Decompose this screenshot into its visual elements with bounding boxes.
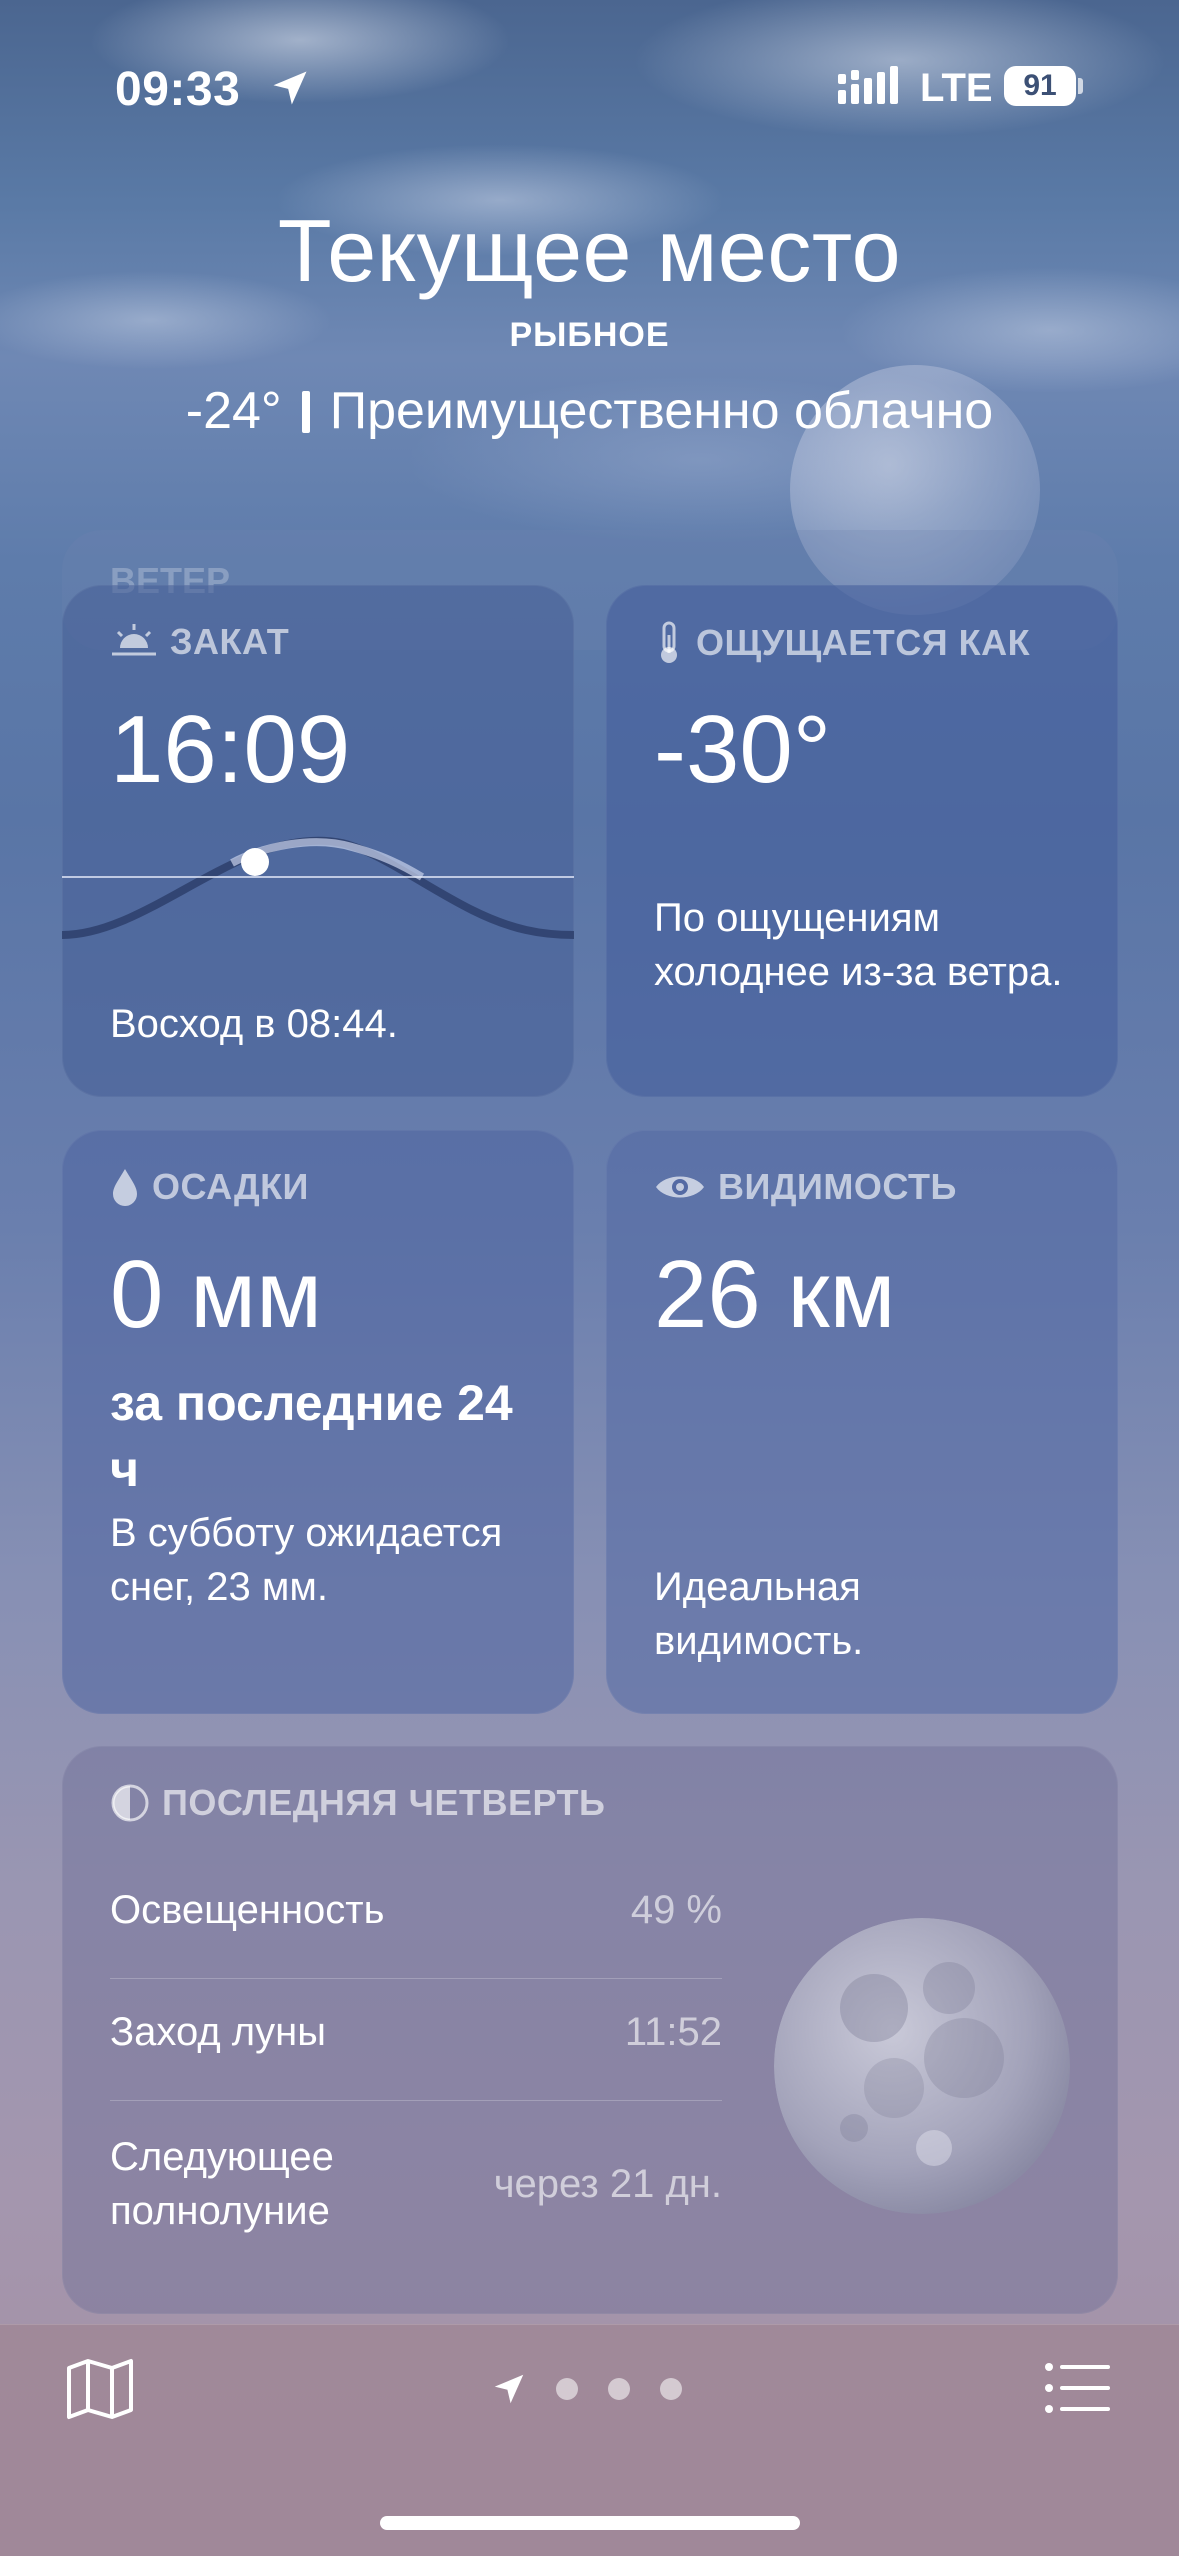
visibility-label: ВИДИМОСТЬ <box>718 1166 957 1207</box>
location-subtitle: РЫБНОЕ <box>509 316 670 354</box>
sun-path-graph <box>62 836 574 939</box>
visibility-label-row: ВИДИМОСТЬ <box>654 1166 957 1208</box>
visibility-value: 26 км <box>654 1241 896 1348</box>
moon-row-key: Освещенность <box>110 1888 385 1932</box>
current-temperature: -24° <box>185 382 282 440</box>
precipitation-desc: В субботу ожидается снег, 23 мм. <box>110 1511 503 1609</box>
home-indicator[interactable] <box>380 2516 800 2530</box>
moon-label-row: ПОСЛЕДНЯЯ ЧЕТВЕРТЬ <box>110 1782 605 1824</box>
feels-like-card[interactable]: ОЩУЩАЕТСЯ КАК -30° По ощущениям холоднее… <box>606 585 1118 1097</box>
moon-row-value: 11:52 <box>624 2010 722 2054</box>
visibility-card[interactable]: ВИДИМОСТЬ 26 км Идеальная видимость. <box>606 1130 1118 1714</box>
moon-row-moonset: Заход луны 11:52 <box>110 2010 722 2055</box>
divider <box>110 2100 722 2101</box>
signal-icon <box>838 66 898 104</box>
moon-image <box>774 1918 1070 2214</box>
feels-like-desc: По ощущениям холоднее из-за ветра. <box>654 896 1063 994</box>
raindrop-icon <box>113 1169 137 1206</box>
network-type: LTE <box>920 66 993 110</box>
moon-row-value: через 21 дн. <box>493 2161 722 2206</box>
moon-row-key: Заход луны <box>110 2010 326 2054</box>
precipitation-label-row: ОСАДКИ <box>110 1166 309 1208</box>
page-dot[interactable] <box>608 2378 630 2400</box>
sunset-time: 16:09 <box>110 696 351 803</box>
sunrise-text: Восход в 08:44. <box>110 1002 398 1046</box>
current-conditions: -24° Преимущественно облачно <box>0 381 1179 441</box>
feels-like-value: -30° <box>654 696 832 803</box>
sun-position-dot <box>241 848 269 876</box>
sunset-label: ЗАКАТ <box>170 621 290 662</box>
status-time: 09:33 <box>115 63 241 116</box>
moon-row-value: 49 % <box>630 1888 722 1932</box>
eye-icon <box>656 1176 704 1198</box>
divider <box>110 1978 722 1979</box>
visibility-desc: Идеальная видимость. <box>654 1565 864 1663</box>
precipitation-period: за последние 24 ч <box>110 1375 513 1497</box>
separator <box>301 391 310 433</box>
location-title: Текущее место <box>277 201 902 300</box>
location-arrow-icon[interactable] <box>490 2370 528 2408</box>
condition-text: Преимущественно облачно <box>329 382 994 440</box>
precipitation-value: 0 мм <box>110 1241 323 1348</box>
sunset-icon <box>112 624 156 656</box>
list-icon[interactable] <box>1044 2362 1112 2414</box>
moon-phase-icon <box>111 1784 149 1822</box>
moon-row-key: Следующее полнолуние <box>110 2135 334 2233</box>
moon-row-illumination: Освещенность 49 % <box>110 1888 722 1933</box>
feels-like-label: ОЩУЩАЕТСЯ КАК <box>696 622 1031 663</box>
location-arrow-icon <box>273 71 307 105</box>
page-dot[interactable] <box>556 2378 578 2400</box>
precipitation-card[interactable]: ОСАДКИ 0 мм за последние 24 ч В субботу … <box>62 1130 574 1714</box>
precipitation-label: ОСАДКИ <box>152 1166 309 1207</box>
page-dot[interactable] <box>660 2378 682 2400</box>
sunset-label-row: ЗАКАТ <box>110 621 289 663</box>
moon-card[interactable]: ПОСЛЕДНЯЯ ЧЕТВЕРТЬ Освещенность 49 % Зах… <box>62 1746 1118 2314</box>
battery-indicator: 91 <box>1004 66 1076 106</box>
thermometer-icon <box>661 621 677 663</box>
status-bar: 09:33 LTE 91 <box>0 56 1179 116</box>
map-icon[interactable] <box>66 2358 134 2420</box>
moon-phase-label: ПОСЛЕДНЯЯ ЧЕТВЕРТЬ <box>162 1782 606 1823</box>
battery-cap <box>1078 78 1083 94</box>
feels-like-label-row: ОЩУЩАЕТСЯ КАК <box>654 621 1030 665</box>
sunset-card[interactable]: ЗАКАТ 16:09 Восход в 08:44. <box>62 585 574 1097</box>
location-header: Текущее место РЫБНОЕ -24° Преимущественно… <box>0 200 1179 441</box>
moon-row-full-moon: Следующее полнолуние через 21 дн. <box>110 2130 722 2238</box>
